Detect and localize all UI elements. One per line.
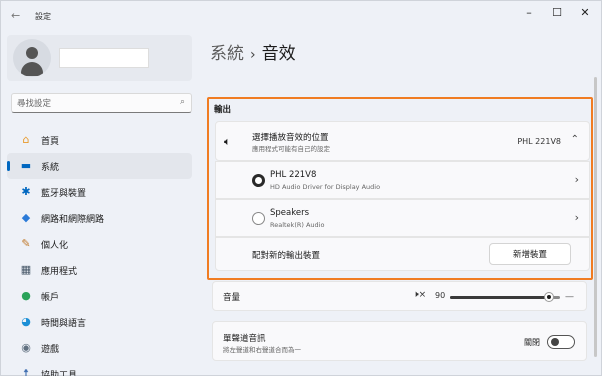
volume-value: 90 [435,291,446,300]
sidebar-item-label: 帳戶 [41,293,60,303]
sidebar-item-label: 個人化 [41,241,69,251]
device-row-phl[interactable]: PHL 221V8 HD Audio Driver for Display Au… [215,161,590,199]
output-device-selector[interactable]: 🔈︎ 選擇播放音效的位置 應用程式可能有自己的設定 PHL 221V8 ⌃ [215,121,590,161]
wifi-icon: ◆ [21,211,31,224]
sidebar-item-label: 系統 [41,163,60,173]
breadcrumb-separator: › [250,47,256,63]
sidebar-item-label: 網路和網際網路 [41,215,105,225]
volume-row: 音量 🕨︎× 90 — [212,281,587,311]
search-icon[interactable]: ⌕ [180,97,185,107]
speaker-icon: 🔈︎ [224,135,231,148]
sidebar-item-bluetooth[interactable]: ✱ 藍牙與裝置 [7,179,192,205]
gamepad-icon: ◉ [21,341,31,354]
page-title: 音效 [261,44,296,64]
breadcrumb: 系統 › 音效 [210,39,296,64]
main-content: 系統 › 音效 輸出 🔈︎ 選擇播放音效的位置 應用程式可能有自己的設定 PHL 2… [206,31,601,376]
sidebar-item-accessibility[interactable]: ☨ 協助工具 [7,361,192,376]
chevron-right-icon[interactable]: › [575,173,579,186]
nav-list: ⌂ 首頁 ▬ 系統 ✱ 藍牙與裝置 ◆ 網路和網際網路 ✎ 個人化 ▦ 應用程式… [7,127,192,376]
back-arrow-icon[interactable]: ← [11,9,20,22]
chevron-up-icon[interactable]: ⌃ [571,134,579,145]
device-selector-title: 選擇播放音效的位置 [252,133,329,143]
volume-label: 音量 [223,293,241,303]
clock-globe-icon: ◕ [21,315,31,328]
system-icon: ▬ [20,159,32,172]
mono-audio-row: 單聲道音訊 將左聲道和右聲道合而為一 關閉 [212,321,587,361]
pair-device-label: 配對新的輸出裝置 [252,251,321,261]
brush-icon: ✎ [21,237,31,250]
sidebar-item-accounts[interactable]: ● 帳戶 [7,283,192,309]
avatar [13,39,51,77]
sidebar-item-apps[interactable]: ▦ 應用程式 [7,257,192,283]
app-title: 設定 [35,12,51,21]
volume-slider-thumb[interactable] [545,293,553,301]
sidebar-item-system[interactable]: ▬ 系統 [7,153,192,179]
volume-slider[interactable] [450,293,560,301]
device-row-speakers[interactable]: Speakers Realtek(R) Audio › [215,199,590,237]
device-name: Speakers [270,208,310,218]
sidebar-item-label: 協助工具 [41,371,78,376]
mono-audio-subtitle: 將左聲道和右聲道合而為一 [223,346,301,354]
sidebar-item-label: 遊戲 [41,345,60,355]
home-icon: ⌂ [22,133,30,146]
search-input[interactable] [17,97,167,110]
settings-window: ← 設定 – ☐ ✕ ⌕ ⌂ 首頁 ▬ 系統 ✱ [0,0,602,376]
user-name-redacted [59,48,149,68]
sidebar-item-home[interactable]: ⌂ 首頁 [7,127,192,153]
minimize-button[interactable]: – [515,5,543,21]
scrollbar[interactable] [594,77,597,357]
add-device-button[interactable]: 新增裝置 [489,243,571,265]
selected-device-value: PHL 221V8 [517,137,561,146]
device-description: Realtek(R) Audio [270,221,325,229]
sidebar-item-label: 藍牙與裝置 [41,189,87,199]
volume-end-icon: — [565,292,574,302]
device-name: PHL 221V8 [270,170,317,180]
volume-slider-fill [450,296,549,299]
sidebar-item-gaming[interactable]: ◉ 遊戲 [7,335,192,361]
output-section-highlight: 輸出 🔈︎ 選擇播放音效的位置 應用程式可能有自己的設定 PHL 221V8 ⌃… [207,97,593,280]
sidebar: ⌕ ⌂ 首頁 ▬ 系統 ✱ 藍牙與裝置 ◆ 網路和網際網路 ✎ 個人化 [1,31,201,376]
sidebar-item-time-language[interactable]: ◕ 時間與語言 [7,309,192,335]
account-icon: ● [21,289,31,302]
maximize-button[interactable]: ☐ [543,5,571,21]
toggle-knob [551,338,559,346]
mono-audio-toggle[interactable] [547,335,575,349]
bluetooth-icon: ✱ [21,185,31,198]
speaker-mute-icon[interactable]: 🕨︎× [413,290,426,300]
search-box[interactable]: ⌕ [11,93,192,113]
user-profile-card[interactable] [7,35,192,81]
pair-device-row: 配對新的輸出裝置 新增裝置 [215,237,590,271]
device-description: HD Audio Driver for Display Audio [270,183,381,191]
chevron-right-icon[interactable]: › [575,211,579,224]
breadcrumb-parent[interactable]: 系統 [210,44,244,64]
title-bar: ← 設定 – ☐ ✕ [1,1,601,31]
device-radio-selected[interactable] [252,174,265,187]
selection-indicator [7,161,10,171]
device-radio[interactable] [252,212,265,225]
sidebar-item-label: 首頁 [41,137,60,147]
sidebar-item-label: 應用程式 [41,267,78,277]
output-section-title: 輸出 [214,105,232,115]
mono-audio-title: 單聲道音訊 [223,334,266,344]
mono-audio-state: 關閉 [524,338,540,347]
sidebar-item-label: 時間與語言 [41,319,87,329]
apps-icon: ▦ [20,263,32,276]
sidebar-item-network[interactable]: ◆ 網路和網際網路 [7,205,192,231]
device-selector-subtitle: 應用程式可能有自己的設定 [252,145,330,153]
sidebar-item-personalization[interactable]: ✎ 個人化 [7,231,192,257]
accessibility-icon: ☨ [23,367,29,376]
close-button[interactable]: ✕ [571,5,599,21]
